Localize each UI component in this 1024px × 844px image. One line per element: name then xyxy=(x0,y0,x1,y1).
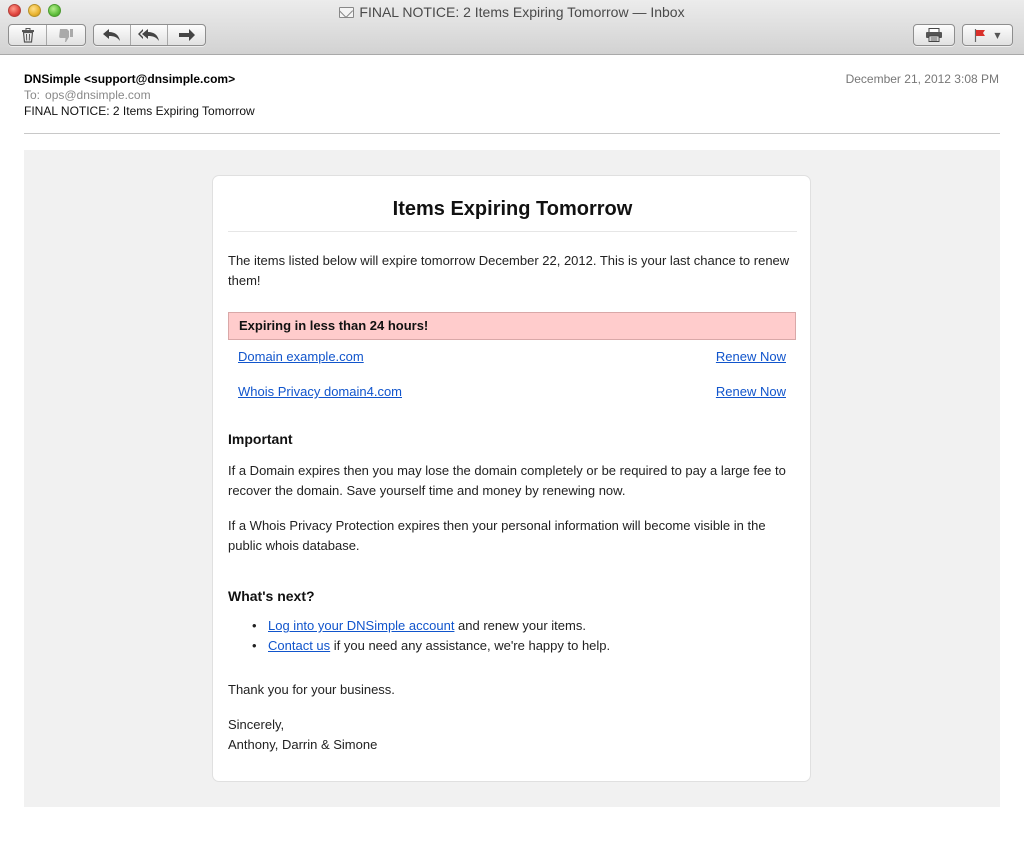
list-item: Contact us if you need any assistance, w… xyxy=(250,636,790,656)
red-flag-icon xyxy=(975,28,986,42)
date: December 21, 2012 3:08 PM xyxy=(845,72,999,86)
window-toolbar: FINAL NOTICE: 2 Items Expiring Tomorrow … xyxy=(0,0,1024,55)
important-heading: Important xyxy=(228,431,293,447)
header-divider xyxy=(24,133,1000,134)
renew-now-link[interactable]: Renew Now xyxy=(716,382,786,402)
delete-junk-group xyxy=(8,24,86,46)
closing: Sincerely, xyxy=(228,717,285,732)
message-header: DNSimple <support@dnsimple.com> To: ops@d… xyxy=(24,72,1000,119)
print-group xyxy=(913,24,955,46)
whats-next-list: Log into your DNSimple account and renew… xyxy=(250,616,790,656)
flag-button[interactable]: ▼ xyxy=(963,25,1012,45)
thanks-text: Thank you for your business. xyxy=(228,682,395,697)
reply-group xyxy=(93,24,206,46)
reply-all-button[interactable] xyxy=(131,25,168,45)
whats-next-heading: What's next? xyxy=(228,588,315,604)
reply-button[interactable] xyxy=(94,25,131,45)
print-button[interactable] xyxy=(914,25,954,45)
subject: FINAL NOTICE: 2 Items Expiring Tomorrow xyxy=(24,104,255,118)
trash-icon xyxy=(21,27,34,43)
email-title: Items Expiring Tomorrow xyxy=(228,195,797,232)
recipient: ops@dnsimple.com xyxy=(45,88,151,102)
forward-button[interactable] xyxy=(168,25,205,45)
list-item: Whois Privacy domain4.com Renew Now xyxy=(238,382,786,402)
intro-text: The items listed below will expire tomor… xyxy=(228,253,790,288)
login-link[interactable]: Log into your DNSimple account xyxy=(268,618,454,633)
list-item: Log into your DNSimple account and renew… xyxy=(250,616,790,636)
junk-button[interactable] xyxy=(47,25,85,45)
item-link-whois-privacy[interactable]: Whois Privacy domain4.com xyxy=(238,382,402,402)
important-paragraph: If a Domain expires then you may lose th… xyxy=(228,463,786,498)
chevron-down-icon: ▼ xyxy=(994,30,1001,40)
to-label: To: xyxy=(24,88,41,102)
recipient-line: To: ops@dnsimple.com xyxy=(24,87,1000,103)
reply-all-arrow-icon xyxy=(138,29,159,41)
flag-group: ▼ xyxy=(962,24,1013,46)
thumbs-down-icon xyxy=(59,28,73,42)
email-card: Items Expiring Tomorrow The items listed… xyxy=(212,175,811,782)
forward-arrow-icon xyxy=(178,29,195,41)
delete-button[interactable] xyxy=(9,25,47,45)
signature: Anthony, Darrin & Simone xyxy=(228,737,378,752)
renew-now-link[interactable]: Renew Now xyxy=(716,347,786,367)
expiring-alert: Expiring in less than 24 hours! xyxy=(228,312,796,340)
important-paragraph: If a Whois Privacy Protection expires th… xyxy=(228,518,766,553)
reply-arrow-icon xyxy=(103,29,120,41)
contact-us-link[interactable]: Contact us xyxy=(268,638,330,653)
window-title: FINAL NOTICE: 2 Items Expiring Tomorrow … xyxy=(0,3,1024,21)
item-link-domain[interactable]: Domain example.com xyxy=(238,347,364,367)
printer-icon xyxy=(926,28,942,42)
list-item: Domain example.com Renew Now xyxy=(238,347,786,367)
message-body: Items Expiring Tomorrow The items listed… xyxy=(24,150,1000,807)
envelope-icon xyxy=(339,7,355,18)
